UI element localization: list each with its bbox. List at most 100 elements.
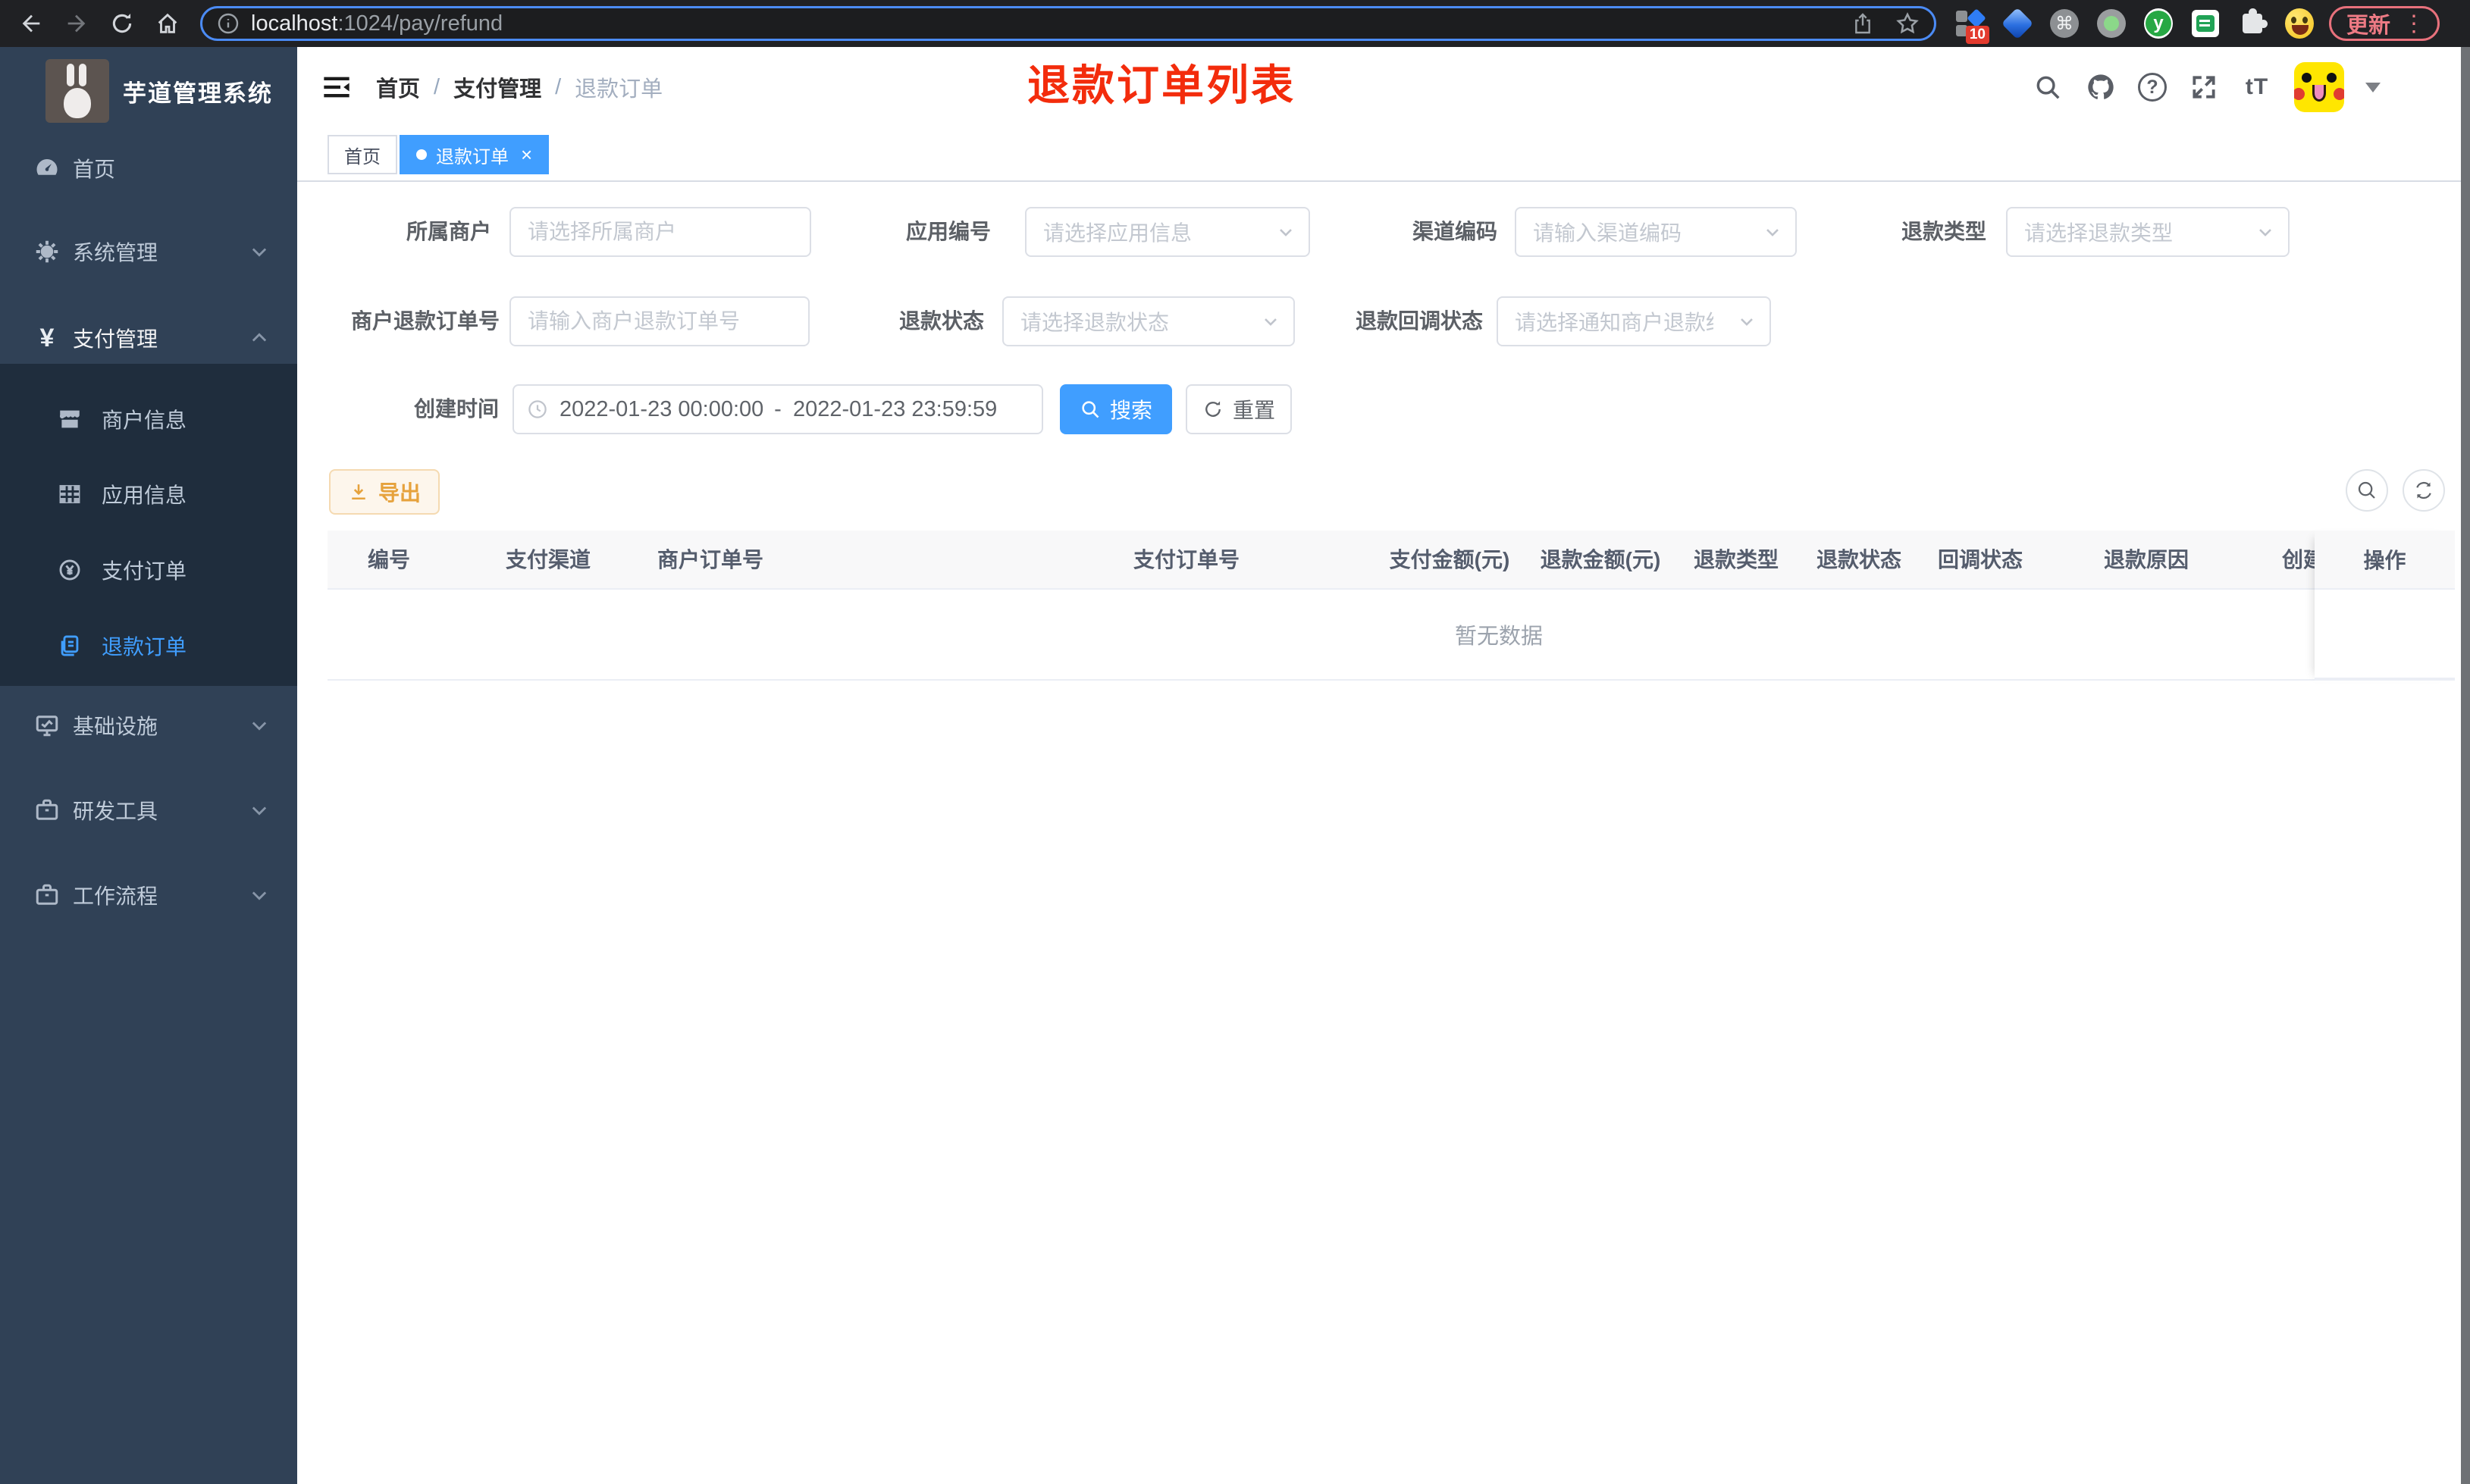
filter-label-notify-status: 退款回调状态 [1355,309,1483,333]
merchant-input[interactable] [509,207,811,257]
toggle-search-button[interactable] [2346,469,2388,512]
browser-home-icon[interactable] [153,9,182,38]
notify-status-select[interactable]: 请选择通知商户退款结果 [1497,296,1771,346]
page-title: 退款订单列表 [1027,61,1296,109]
extension-chat-icon[interactable] [2191,9,2220,38]
shop-icon [55,404,85,434]
help-icon[interactable]: ? [2138,73,2167,102]
breadcrumb-home[interactable]: 首页 [376,71,420,103]
collapse-sidebar-icon[interactable] [320,72,353,102]
tags-view-bar: 首页 退款订单 × [297,127,2470,182]
column-header: 回调状态 [1937,548,2023,571]
table-header-row: 编号 支付渠道 商户订单号 支付订单号 支付金额(元) 退款金额(元) 退款类型… [328,531,2455,590]
sidebar-item-infra[interactable]: 基础设施 [0,704,297,747]
browser-menu-icon[interactable]: ⋮ [2403,11,2425,37]
refund-status-select[interactable]: 请选择退款状态 [1002,296,1295,346]
tab-refund-order[interactable]: 退款订单 × [400,135,550,174]
chrome-update-button[interactable]: 更新 ⋮ [2329,6,2440,41]
empty-state-text: 暂无数据 [1454,625,1544,649]
update-label: 更新 [2346,14,2391,38]
pay-submenu: 商户信息 应用信息 支付订单 退款订单 [0,364,297,686]
sidebar-item-devtools[interactable]: 研发工具 [0,789,297,831]
column-header: 商户订单号 [657,548,764,571]
app-logo [45,59,109,123]
fullscreen-icon[interactable] [2188,71,2220,103]
profile-emoji-icon[interactable] [2285,8,2314,39]
refund-table: 编号 支付渠道 商户订单号 支付订单号 支付金额(元) 退款金额(元) 退款类型… [328,531,2455,682]
pay-order-icon [55,555,85,585]
refresh-table-button[interactable] [2403,469,2445,512]
breadcrumb-pay[interactable]: 支付管理 [453,71,541,103]
sidebar-item-app-info[interactable]: 应用信息 [0,473,297,515]
sidebar-item-home[interactable]: 首页 [0,147,297,189]
yen-icon: ¥ [39,324,55,352]
browser-forward-icon[interactable] [62,9,91,38]
column-header: 支付订单号 [1133,548,1240,571]
sidebar-item-label: 系统管理 [73,241,158,265]
bookmark-star-icon[interactable] [1895,11,1920,36]
extension-y-icon[interactable]: y [2144,8,2173,39]
chevron-down-icon [1762,221,1783,243]
github-icon[interactable] [2085,71,2117,103]
sidebar-item-label: 支付订单 [102,559,187,583]
avatar-caret-icon[interactable] [2365,82,2381,92]
chevron-down-icon [249,800,270,821]
fixed-action-column: 操作 [2315,531,2455,682]
sidebar-item-label: 首页 [73,158,116,181]
merchant-refund-no-input[interactable] [509,296,810,346]
monitor-icon [32,710,62,740]
extensions-puzzle-icon[interactable] [2238,8,2268,38]
header-search-icon[interactable] [2032,71,2064,103]
address-bar[interactable]: localhost:1024/pay/refund [200,6,1936,41]
breadcrumb: 首页 / 支付管理 / 退款订单 [376,47,663,127]
column-header: 退款原因 [2103,548,2189,571]
navbar-actions: ? tT [2032,47,2381,127]
window-scrollbar[interactable] [2461,47,2470,1484]
extension-command-icon[interactable]: ⌘ [2050,9,2079,38]
url-path: :1024/pay/refund [337,11,503,36]
sidebar-item-label: 退款订单 [102,635,187,659]
sidebar-item-merchant-info[interactable]: 商户信息 [0,398,297,440]
app-title: 芋道管理系统 [123,80,273,107]
sidebar-item-refund-order[interactable]: 退款订单 [0,625,297,667]
clock-icon [526,398,549,421]
sidebar-item-pay[interactable]: ¥ 支付管理 [0,317,297,359]
filter-label-create-time: 创建时间 [413,397,499,421]
column-header: 退款类型 [1693,548,1779,571]
export-button[interactable]: 导出 [329,469,440,515]
channel-select[interactable]: 请输入渠道编码 [1515,207,1797,257]
sidebar-item-workflow[interactable]: 工作流程 [0,874,297,916]
extension-badge-count: 10 [1965,26,1989,44]
tab-close-icon[interactable]: × [521,143,532,167]
app-select[interactable]: 请选择应用信息 [1025,207,1310,257]
browser-back-icon[interactable] [17,9,45,38]
search-button[interactable]: 搜索 [1060,384,1172,434]
refund-doc-icon [55,631,85,661]
sidebar-logo-row[interactable]: 芋道管理系统 [0,57,297,125]
extension-badge-icon[interactable]: 10 [1956,8,1989,44]
sidebar-item-system[interactable]: 系统管理 [0,230,297,273]
user-avatar[interactable] [2294,62,2344,112]
share-icon[interactable] [1851,11,1875,36]
filter-label-refund-type: 退款类型 [1901,220,1986,243]
column-header: 支付金额(元) [1389,548,1510,571]
sidebar-item-label: 研发工具 [73,800,158,823]
browser-reload-icon[interactable] [108,9,136,38]
chevron-down-icon [1260,311,1281,332]
create-time-range-picker[interactable]: 2022-01-23 00:00:00 - 2022-01-23 23:59:5… [512,384,1043,434]
sidebar-item-label: 商户信息 [102,409,187,432]
url-text[interactable]: localhost:1024/pay/refund [251,11,503,36]
tab-home[interactable]: 首页 [328,135,397,174]
table-body: 暂无数据 [328,591,2455,681]
site-info-icon[interactable] [216,11,240,36]
extension-gem-icon[interactable] [2001,7,2034,40]
sidebar-item-pay-order[interactable]: 支付订单 [0,549,297,591]
refund-type-select[interactable]: 请选择退款类型 [2006,207,2290,257]
font-size-icon[interactable]: tT [2241,71,2273,103]
extension-dot-icon[interactable] [2097,9,2126,38]
chevron-down-icon [249,715,270,736]
sidebar-item-label: 基础设施 [73,715,158,738]
reset-button[interactable]: 重置 [1186,384,1292,434]
sidebar-item-label: 应用信息 [102,484,187,507]
main-content: 首页 / 支付管理 / 退款订单 退款订单列表 ? tT 首页 退款订单 × 所… [297,47,2470,1484]
